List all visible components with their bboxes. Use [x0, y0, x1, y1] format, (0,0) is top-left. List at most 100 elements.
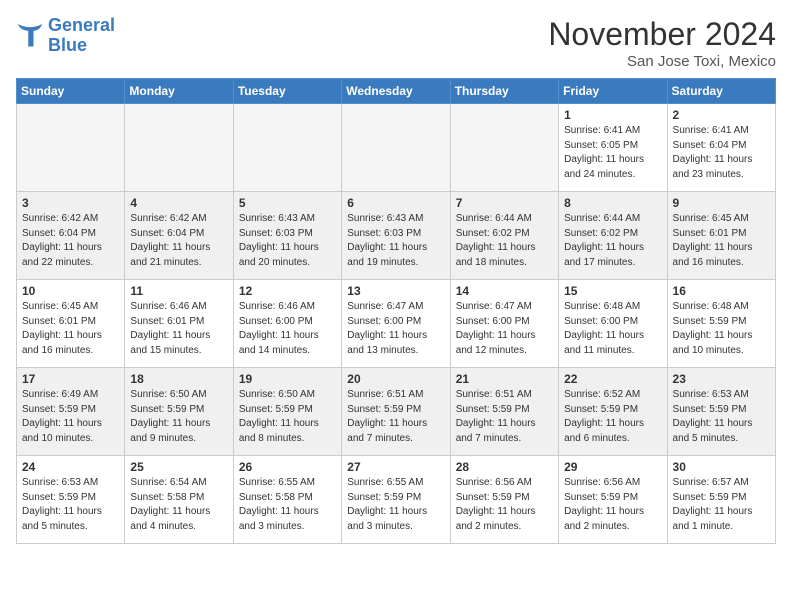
day-number: 15 — [564, 284, 661, 298]
day-info: Sunrise: 6:52 AMSunset: 5:59 PMDaylight:… — [564, 388, 661, 446]
day-number: 26 — [239, 460, 336, 474]
day-number: 9 — [673, 196, 770, 210]
day-info: Sunrise: 6:45 AMSunset: 6:01 PMDaylight:… — [22, 300, 119, 358]
day-info: Sunrise: 6:53 AMSunset: 5:59 PMDaylight:… — [22, 476, 119, 534]
day-number: 29 — [564, 460, 661, 474]
calendar-cell: 4Sunrise: 6:42 AMSunset: 6:04 PMDaylight… — [125, 192, 233, 280]
calendar-cell: 7 Sunrise: 6:44 AMSunset: 6:02 PMDaylight… — [450, 192, 558, 280]
col-friday: Friday — [559, 79, 667, 104]
calendar-cell: 12 Sunrise: 6:46 AMSunset: 6:00 PMDayligh… — [233, 280, 341, 368]
week-row-4: 17 Sunrise: 6:49 AMSunset: 5:59 PMDayligh… — [17, 368, 776, 456]
day-info: Sunrise: 6:43 AMSunset: 6:03 PMDaylight:… — [239, 212, 336, 270]
day-number: 1 — [564, 108, 661, 122]
day-info: Sunrise: 6:42 AMSunset: 6:04 PMDaylight:… — [130, 212, 227, 270]
day-number: 13 — [347, 284, 444, 298]
calendar-cell: 15 Sunrise: 6:48 AMSunset: 6:00 PMDayligh… — [559, 280, 667, 368]
calendar-cell: 19 Sunrise: 6:50 AMSunset: 5:59 PMDayligh… — [233, 368, 341, 456]
day-number: 3 — [22, 196, 119, 210]
calendar-cell: 14 Sunrise: 6:47 AMSunset: 6:00 PMDayligh… — [450, 280, 558, 368]
day-number: 23 — [673, 372, 770, 386]
day-info: Sunrise: 6:55 AMSunset: 5:59 PMDaylight:… — [347, 476, 444, 534]
calendar-cell: 13Sunrise: 6:47 AMSunset: 6:00 PMDayligh… — [342, 280, 450, 368]
day-number: 12 — [239, 284, 336, 298]
calendar-cell: 3Sunrise: 6:42 AMSunset: 6:04 PMDaylight… — [17, 192, 125, 280]
logo-icon — [16, 22, 44, 50]
day-info: Sunrise: 6:44 AMSunset: 6:02 PMDaylight:… — [564, 212, 661, 270]
day-number: 18 — [130, 372, 227, 386]
calendar-cell: 16 Sunrise: 6:48 AMSunset: 5:59 PMDayligh… — [667, 280, 775, 368]
day-number: 19 — [239, 372, 336, 386]
week-row-1: 1 Sunrise: 6:41 AMSunset: 6:05 PMDaylight… — [17, 104, 776, 192]
col-saturday: Saturday — [667, 79, 775, 104]
calendar-cell: 9 Sunrise: 6:45 AMSunset: 6:01 PMDaylight… — [667, 192, 775, 280]
calendar-cell: 20 Sunrise: 6:51 AMSunset: 5:59 PMDayligh… — [342, 368, 450, 456]
day-info: Sunrise: 6:51 AMSunset: 5:59 PMDaylight:… — [456, 388, 553, 446]
day-info: Sunrise: 6:56 AMSunset: 5:59 PMDaylight:… — [564, 476, 661, 534]
calendar-cell: 23 Sunrise: 6:53 AMSunset: 5:59 PMDayligh… — [667, 368, 775, 456]
calendar-cell: 6Sunrise: 6:43 AMSunset: 6:03 PMDaylight… — [342, 192, 450, 280]
day-number: 25 — [130, 460, 227, 474]
location: San Jose Toxi, Mexico — [548, 53, 776, 70]
day-number: 14 — [456, 284, 553, 298]
calendar-cell: 28Sunrise: 6:56 AMSunset: 5:59 PMDayligh… — [450, 456, 558, 544]
day-number: 10 — [22, 284, 119, 298]
calendar-cell — [125, 104, 233, 192]
calendar-cell — [233, 104, 341, 192]
calendar-cell: 22Sunrise: 6:52 AMSunset: 5:59 PMDayligh… — [559, 368, 667, 456]
calendar-header: Sunday Monday Tuesday Wednesday Thursday… — [17, 79, 776, 104]
calendar-table: Sunday Monday Tuesday Wednesday Thursday… — [16, 78, 776, 544]
logo-line2: Blue — [48, 35, 87, 55]
calendar-cell: 18 Sunrise: 6:50 AMSunset: 5:59 PMDayligh… — [125, 368, 233, 456]
calendar-cell — [342, 104, 450, 192]
col-tuesday: Tuesday — [233, 79, 341, 104]
day-number: 7 — [456, 196, 553, 210]
calendar-cell: 27 Sunrise: 6:55 AMSunset: 5:59 PMDayligh… — [342, 456, 450, 544]
day-info: Sunrise: 6:41 AMSunset: 6:04 PMDaylight:… — [673, 124, 770, 182]
col-sunday: Sunday — [17, 79, 125, 104]
day-number: 8 — [564, 196, 661, 210]
day-number: 24 — [22, 460, 119, 474]
day-number: 16 — [673, 284, 770, 298]
day-number: 20 — [347, 372, 444, 386]
day-number: 21 — [456, 372, 553, 386]
col-thursday: Thursday — [450, 79, 558, 104]
month-title: November 2024 — [548, 16, 776, 53]
title-block: November 2024 San Jose Toxi, Mexico — [548, 16, 776, 70]
calendar-cell: 26 Sunrise: 6:55 AMSunset: 5:58 PMDayligh… — [233, 456, 341, 544]
calendar-cell: 10 Sunrise: 6:45 AMSunset: 6:01 PMDayligh… — [17, 280, 125, 368]
week-row-5: 24 Sunrise: 6:53 AMSunset: 5:59 PMDayligh… — [17, 456, 776, 544]
calendar-cell: 5Sunrise: 6:43 AMSunset: 6:03 PMDaylight… — [233, 192, 341, 280]
day-info: Sunrise: 6:51 AMSunset: 5:59 PMDaylight:… — [347, 388, 444, 446]
logo-line1: General — [48, 15, 115, 35]
calendar-cell: 29 Sunrise: 6:56 AMSunset: 5:59 PMDayligh… — [559, 456, 667, 544]
day-info: Sunrise: 6:48 AMSunset: 5:59 PMDaylight:… — [673, 300, 770, 358]
day-number: 17 — [22, 372, 119, 386]
day-info: Sunrise: 6:49 AMSunset: 5:59 PMDaylight:… — [22, 388, 119, 446]
col-wednesday: Wednesday — [342, 79, 450, 104]
day-info: Sunrise: 6:41 AMSunset: 6:05 PMDaylight:… — [564, 124, 661, 182]
day-info: Sunrise: 6:56 AMSunset: 5:59 PMDaylight:… — [456, 476, 553, 534]
calendar-cell: 11 Sunrise: 6:46 AMSunset: 6:01 PMDayligh… — [125, 280, 233, 368]
calendar-cell: 25 Sunrise: 6:54 AMSunset: 5:58 PMDayligh… — [125, 456, 233, 544]
day-info: Sunrise: 6:44 AMSunset: 6:02 PMDaylight:… — [456, 212, 553, 270]
day-info: Sunrise: 6:48 AMSunset: 6:00 PMDaylight:… — [564, 300, 661, 358]
week-row-3: 10 Sunrise: 6:45 AMSunset: 6:01 PMDayligh… — [17, 280, 776, 368]
calendar-cell — [17, 104, 125, 192]
day-info: Sunrise: 6:47 AMSunset: 6:00 PMDaylight:… — [456, 300, 553, 358]
calendar-cell: 21 Sunrise: 6:51 AMSunset: 5:59 PMDayligh… — [450, 368, 558, 456]
calendar-body: 1 Sunrise: 6:41 AMSunset: 6:05 PMDaylight… — [17, 104, 776, 544]
logo-text: General Blue — [48, 16, 115, 56]
col-monday: Monday — [125, 79, 233, 104]
day-number: 11 — [130, 284, 227, 298]
calendar-cell: 2Sunrise: 6:41 AMSunset: 6:04 PMDaylight… — [667, 104, 775, 192]
day-info: Sunrise: 6:46 AMSunset: 6:01 PMDaylight:… — [130, 300, 227, 358]
day-info: Sunrise: 6:46 AMSunset: 6:00 PMDaylight:… — [239, 300, 336, 358]
day-info: Sunrise: 6:50 AMSunset: 5:59 PMDaylight:… — [239, 388, 336, 446]
day-info: Sunrise: 6:45 AMSunset: 6:01 PMDaylight:… — [673, 212, 770, 270]
day-info: Sunrise: 6:54 AMSunset: 5:58 PMDaylight:… — [130, 476, 227, 534]
day-number: 27 — [347, 460, 444, 474]
day-info: Sunrise: 6:53 AMSunset: 5:59 PMDaylight:… — [673, 388, 770, 446]
day-info: Sunrise: 6:55 AMSunset: 5:58 PMDaylight:… — [239, 476, 336, 534]
header-row: Sunday Monday Tuesday Wednesday Thursday… — [17, 79, 776, 104]
day-info: Sunrise: 6:50 AMSunset: 5:59 PMDaylight:… — [130, 388, 227, 446]
